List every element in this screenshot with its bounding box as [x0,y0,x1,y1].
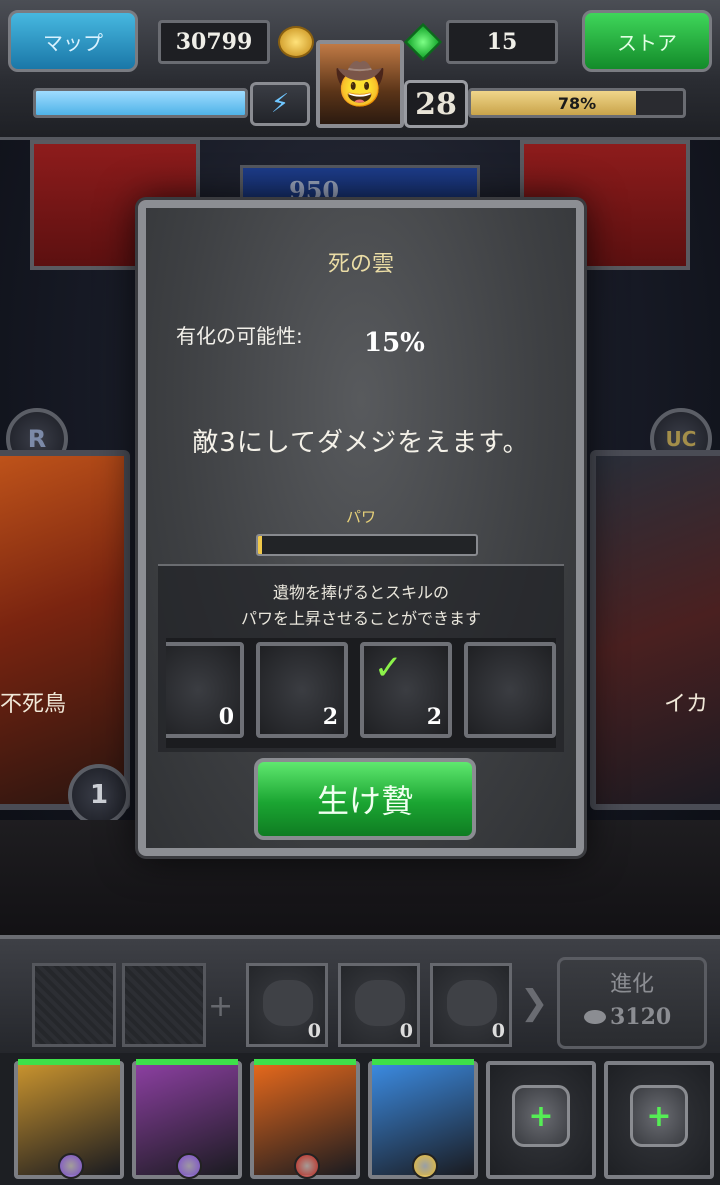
coin-count: 30799 [158,20,270,64]
chevron-right-icon: ❯ [520,983,549,1023]
treasure-chest-relic-icon [480,658,538,712]
skull-helm-material-icon [447,980,497,1026]
evolution-tray: + 0 0 0 ❯ 進化 3120 [0,935,720,1053]
top-status-bar: マップ 30799 15 ストア 🤠 ⚡ 28 78% [0,0,720,140]
sacrifice-button[interactable]: 生け贄 [254,758,476,840]
energy-bar-fill [36,91,245,115]
activation-chance-label: 有化の可能性: [176,324,303,348]
hp-bar [18,1059,120,1065]
evolve-label: 進化 [609,972,654,997]
relic-hint: 遺物を捧げるとスキルの パワを上昇させることができます [158,580,564,632]
lightning-bolt-icon[interactable]: ⚡ [250,82,310,126]
player-avatar[interactable]: 🤠 [316,40,404,128]
card-squid-right[interactable] [590,450,720,810]
relic-slot-treasure-chest-relic[interactable] [464,642,556,738]
activation-chance-value: 15% [364,328,425,358]
power-bar-fill [258,536,263,554]
player-level: 28 [404,80,468,128]
party-slot-blue-griffin[interactable] [368,1059,478,1179]
card-phoenix-left[interactable] [0,450,130,810]
gargoyle-material-icon [355,980,405,1026]
right-card-name: イカ [664,692,709,717]
avatar-portrait-icon: 🤠 [335,61,385,108]
party-slot-masked-sorceress[interactable] [132,1059,242,1179]
relic-slot-red-dragon-relic[interactable]: 0 [166,642,244,738]
relic-hint-line2: パワを上昇させることができます [240,609,481,628]
xp-percent-text: 78% [557,93,597,113]
green-gem-icon [403,22,443,62]
party-slot-golden-horned-warrior[interactable] [14,1059,124,1179]
relic-count: 0 [218,704,234,730]
bat-wing-material-icon [263,980,313,1026]
power-bar [256,534,478,556]
plus-icon: + [208,989,234,1024]
material-slot-gargoyle-material[interactable]: 0 [338,963,420,1047]
padlock-add-icon: + [512,1085,570,1147]
material-slot-skull-helm-material[interactable]: 0 [430,963,512,1047]
map-button[interactable]: マップ [8,10,138,72]
element-orb-icon [294,1153,320,1179]
power-label: パワ [345,508,376,526]
relic-list[interactable]: 0 2 ✓ 2 [166,638,556,748]
relic-slot-blood-potion-relic[interactable]: 2 [256,642,348,738]
left-card-level: 1 [68,764,130,826]
relic-count: 2 [322,704,338,730]
evolve-cost: 3120 [584,1004,671,1030]
evolve-button[interactable]: 進化 3120 [557,957,707,1049]
relic-hint-line1: 遺物を捧げるとスキルの [272,583,449,602]
left-card-name: 不死鳥 [0,692,67,717]
gold-coins-icon [278,26,314,58]
party-slot-fire-phoenix[interactable] [250,1059,360,1179]
hp-bar [372,1059,474,1065]
blood-potion-relic-icon [272,658,330,712]
empty-card-slot-1[interactable] [32,963,116,1047]
element-orb-icon [412,1153,438,1179]
energy-bar [33,88,248,118]
gem-count: 15 [446,20,558,64]
skill-dialog: 死の雲 有化の可能性: 15% 敵3にしてダメジをえます。 パワ 遺物を捧げると… [138,200,584,856]
element-orb-icon [58,1153,84,1179]
padlock-add-icon: + [630,1085,688,1147]
party-slot-locked-slot[interactable]: + [486,1061,596,1179]
relic-slot-bone-claw-relic[interactable]: ✓ 2 [360,642,452,738]
checkmark-icon: ✓ [374,648,403,688]
party-slot-locked-slot[interactable]: + [604,1061,714,1179]
red-dragon-relic-icon [168,658,226,712]
party-bar: + + [0,1053,720,1185]
material-count: 0 [399,1020,413,1042]
silver-coins-icon [584,1010,606,1024]
material-slot-bat-wing-material[interactable]: 0 [246,963,328,1047]
skill-title: 死の雲 [327,252,394,277]
empty-card-slot-2[interactable] [122,963,206,1047]
material-count: 0 [307,1020,321,1042]
relic-count: 2 [426,704,442,730]
hp-bar [136,1059,238,1065]
material-count: 0 [491,1020,505,1042]
store-button[interactable]: ストア [582,10,712,72]
element-orb-icon [176,1153,202,1179]
hp-bar [254,1059,356,1065]
skill-description: 敵3にしてダメジをえます。 [192,428,530,458]
evolve-cost-value: 3120 [610,1004,672,1030]
relic-panel: 遺物を捧げるとスキルの パワを上昇させることができます 0 2 ✓ 2 [158,564,564,752]
